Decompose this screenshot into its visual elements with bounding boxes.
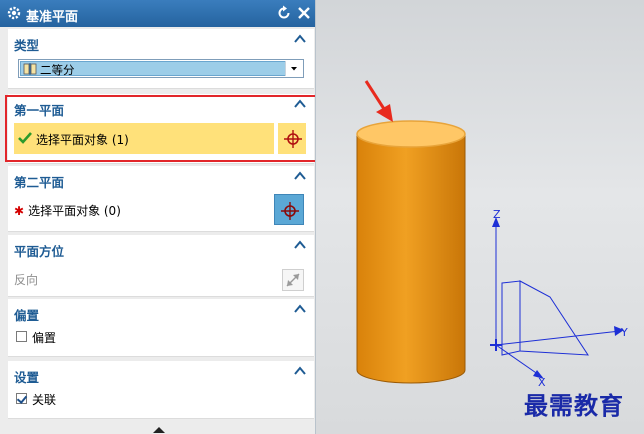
reverse-direction-button[interactable] xyxy=(282,269,304,291)
second-plane-pick-button[interactable] xyxy=(274,194,304,225)
chevron-down-icon xyxy=(291,67,297,71)
first-plane-section: 第一平面 选择平面对象 (1) xyxy=(8,94,314,164)
dialog-titlebar[interactable]: 基准平面 xyxy=(0,0,315,27)
type-dropdown-value: 二等分 xyxy=(20,61,286,77)
plane-orientation-title: 平面方位 xyxy=(14,244,65,259)
axis-label-z: Z xyxy=(493,208,501,221)
dropdown-arrow[interactable] xyxy=(285,61,302,76)
cylinder-model[interactable] xyxy=(350,112,470,392)
second-plane-title: 第二平面 xyxy=(14,175,65,190)
checkmark-icon xyxy=(18,132,32,144)
asterisk-icon: ✱ xyxy=(14,204,25,218)
expand-more-icon[interactable] xyxy=(153,426,165,433)
watermark-text: 最需教育 xyxy=(524,391,624,420)
offset-section: 偏置 偏置 xyxy=(8,299,314,357)
first-plane-selection-row[interactable]: 选择平面对象 (1) xyxy=(14,123,274,154)
close-icon[interactable] xyxy=(296,5,312,21)
first-plane-select-label: 选择平面对象 (1) xyxy=(36,133,129,147)
settings-section: 设置 关联 xyxy=(8,361,314,419)
bisector-icon xyxy=(23,63,37,75)
second-plane-selection-row[interactable]: ✱ 选择平面对象 (0) xyxy=(14,202,121,220)
crosshair-icon xyxy=(284,130,302,148)
type-section-title: 类型 xyxy=(14,38,40,53)
second-plane-section: 第二平面 ✱ 选择平面对象 (0) xyxy=(8,166,314,232)
reverse-label: 反向 xyxy=(14,273,39,287)
chevron-up-icon[interactable] xyxy=(294,304,306,314)
type-dropdown-label: 二等分 xyxy=(40,63,75,77)
chevron-up-icon[interactable] xyxy=(294,240,306,250)
dialog-title: 基准平面 xyxy=(26,10,79,25)
flip-arrows-icon xyxy=(286,273,300,287)
second-plane-select-label: 选择平面对象 (0) xyxy=(28,204,121,218)
associative-checkbox[interactable] xyxy=(16,393,27,404)
chevron-up-icon[interactable] xyxy=(294,171,306,181)
datum-plane-dialog: 基准平面 类型 二等分 第一平面 选择平面对象 (1) 第二平面 ✱ 选择平面对… xyxy=(0,0,316,434)
crosshair-icon xyxy=(281,202,299,220)
associative-checkbox-label: 关联 xyxy=(32,393,57,407)
offset-title: 偏置 xyxy=(14,308,40,323)
chevron-up-icon[interactable] xyxy=(294,99,306,109)
type-dropdown[interactable]: 二等分 xyxy=(18,59,304,78)
annotation-arrow-icon xyxy=(364,80,393,122)
type-section: 类型 二等分 xyxy=(8,29,314,89)
offset-checkbox-label: 偏置 xyxy=(32,331,57,345)
first-plane-title: 第一平面 xyxy=(14,103,65,118)
reset-icon[interactable] xyxy=(276,5,292,21)
axis-label-y: Y xyxy=(621,326,628,339)
chevron-up-icon[interactable] xyxy=(294,366,306,376)
settings-title: 设置 xyxy=(14,370,40,385)
offset-checkbox[interactable] xyxy=(16,331,27,342)
datum-csys-axes xyxy=(490,217,624,379)
plane-orientation-section: 平面方位 反向 xyxy=(8,235,314,297)
gear-icon xyxy=(7,6,21,20)
first-plane-pick-button[interactable] xyxy=(276,123,306,154)
chevron-up-icon[interactable] xyxy=(294,34,306,44)
